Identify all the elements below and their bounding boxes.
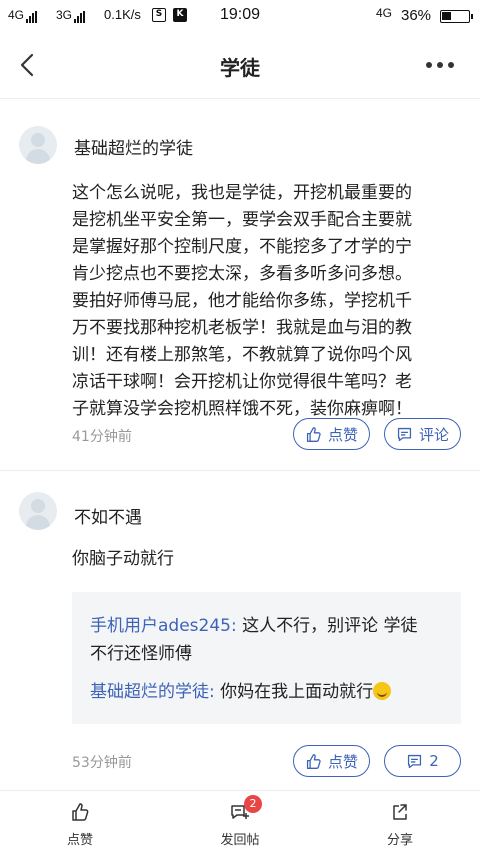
post-author[interactable]: 不如不遇 bbox=[74, 503, 142, 528]
like-button[interactable]: 点赞 bbox=[293, 418, 370, 450]
battery-icon bbox=[440, 10, 473, 23]
bottom-toolbar: 点赞 2 发回帖 分享 bbox=[0, 790, 480, 853]
nav-bar: 学徒 bbox=[0, 32, 480, 98]
comment-button[interactable]: 评论 bbox=[384, 418, 461, 450]
avatar[interactable] bbox=[19, 492, 57, 530]
reply-text: 这人不行，别评论 学徒 bbox=[236, 616, 418, 636]
comment-icon bbox=[408, 754, 422, 768]
more-options-icon[interactable] bbox=[426, 62, 456, 70]
status-bar: 4G 3G 0.1K/s S K 19:09 4G 36% bbox=[0, 0, 480, 32]
reply-post-label: 发回帖 bbox=[220, 833, 260, 848]
post-content: 这个怎么说呢，我也是学徒，开挖机最重要的 是挖机坐平安全第一，要学会双手配合主要… bbox=[72, 180, 462, 423]
content-line: 肯少挖点也不要挖太深，多看多听多问多想。 bbox=[72, 264, 412, 284]
comment-count: 2 bbox=[429, 752, 439, 770]
bottom-like-button[interactable]: 点赞 bbox=[20, 791, 140, 853]
share-label: 分享 bbox=[386, 833, 413, 848]
battery-percent: 36% bbox=[401, 7, 432, 24]
content-line: 凉话干球啊！会开挖机让你觉得很牛笔吗？老 bbox=[72, 372, 412, 392]
reply-author[interactable]: 基础超烂的学徒: bbox=[90, 682, 215, 702]
comment-label: 评论 bbox=[418, 425, 449, 444]
content-line: 是挖机坐平安全第一，要学会双手配合主要就 bbox=[72, 210, 412, 230]
like-label: 点赞 bbox=[327, 752, 358, 771]
reply-item[interactable]: 手机用户ades245: 这人不行，别评论 学徒 不行还怪师傅 bbox=[90, 612, 450, 668]
content-line: 是掌握好那个控制尺度，不能挖多了才学的宁 bbox=[72, 237, 412, 257]
reply-count-badge: 2 bbox=[244, 795, 262, 813]
content-line: 这个怎么说呢，我也是学徒，开挖机最重要的 bbox=[72, 183, 412, 203]
reply-item[interactable]: 基础超烂的学徒: 你妈在我上面动就行 bbox=[90, 678, 450, 706]
nav-divider bbox=[0, 98, 480, 99]
post-divider bbox=[0, 470, 480, 471]
post-author[interactable]: 基础超烂的学徒 bbox=[74, 134, 193, 159]
reply-post-button[interactable]: 2 发回帖 bbox=[180, 791, 300, 853]
bottom-like-label: 点赞 bbox=[66, 833, 93, 848]
reply-box[interactable]: 手机用户ades245: 这人不行，别评论 学徒 不行还怪师傅 基础超烂的学徒:… bbox=[72, 592, 461, 724]
smile-emoji-icon bbox=[373, 682, 392, 700]
thumbs-up-icon bbox=[306, 426, 321, 442]
reply-text: 你妈在我上面动就行 bbox=[214, 682, 374, 702]
avatar[interactable] bbox=[19, 126, 57, 164]
reply-text: 不行还怪师傅 bbox=[90, 644, 192, 664]
post-content: 你脑子动就行 bbox=[72, 549, 174, 569]
post-time: 41分钟前 bbox=[72, 429, 132, 445]
thumbs-up-icon bbox=[72, 803, 89, 821]
right-signal-indicator: 4G bbox=[376, 6, 393, 20]
like-button[interactable]: 点赞 bbox=[293, 745, 370, 777]
content-line: 要拍好师傅马屁，他才能给你多练，学挖机千 bbox=[72, 291, 412, 311]
thumbs-up-icon bbox=[306, 753, 321, 769]
comment-count-button[interactable]: 2 bbox=[384, 745, 461, 777]
share-button[interactable]: 分享 bbox=[340, 791, 460, 853]
page-title: 学徒 bbox=[220, 56, 260, 80]
content-line: 万不要找那种挖机老板学！我就是血与泪的教 bbox=[72, 318, 412, 338]
share-icon bbox=[393, 804, 407, 820]
comment-icon bbox=[397, 427, 412, 441]
content-line: 训！还有楼上那煞笔，不教就算了说你吗个风 bbox=[72, 345, 412, 365]
post-time: 53分钟前 bbox=[72, 755, 132, 771]
reply-author[interactable]: 手机用户ades245: bbox=[90, 616, 237, 636]
like-label: 点赞 bbox=[327, 425, 358, 444]
